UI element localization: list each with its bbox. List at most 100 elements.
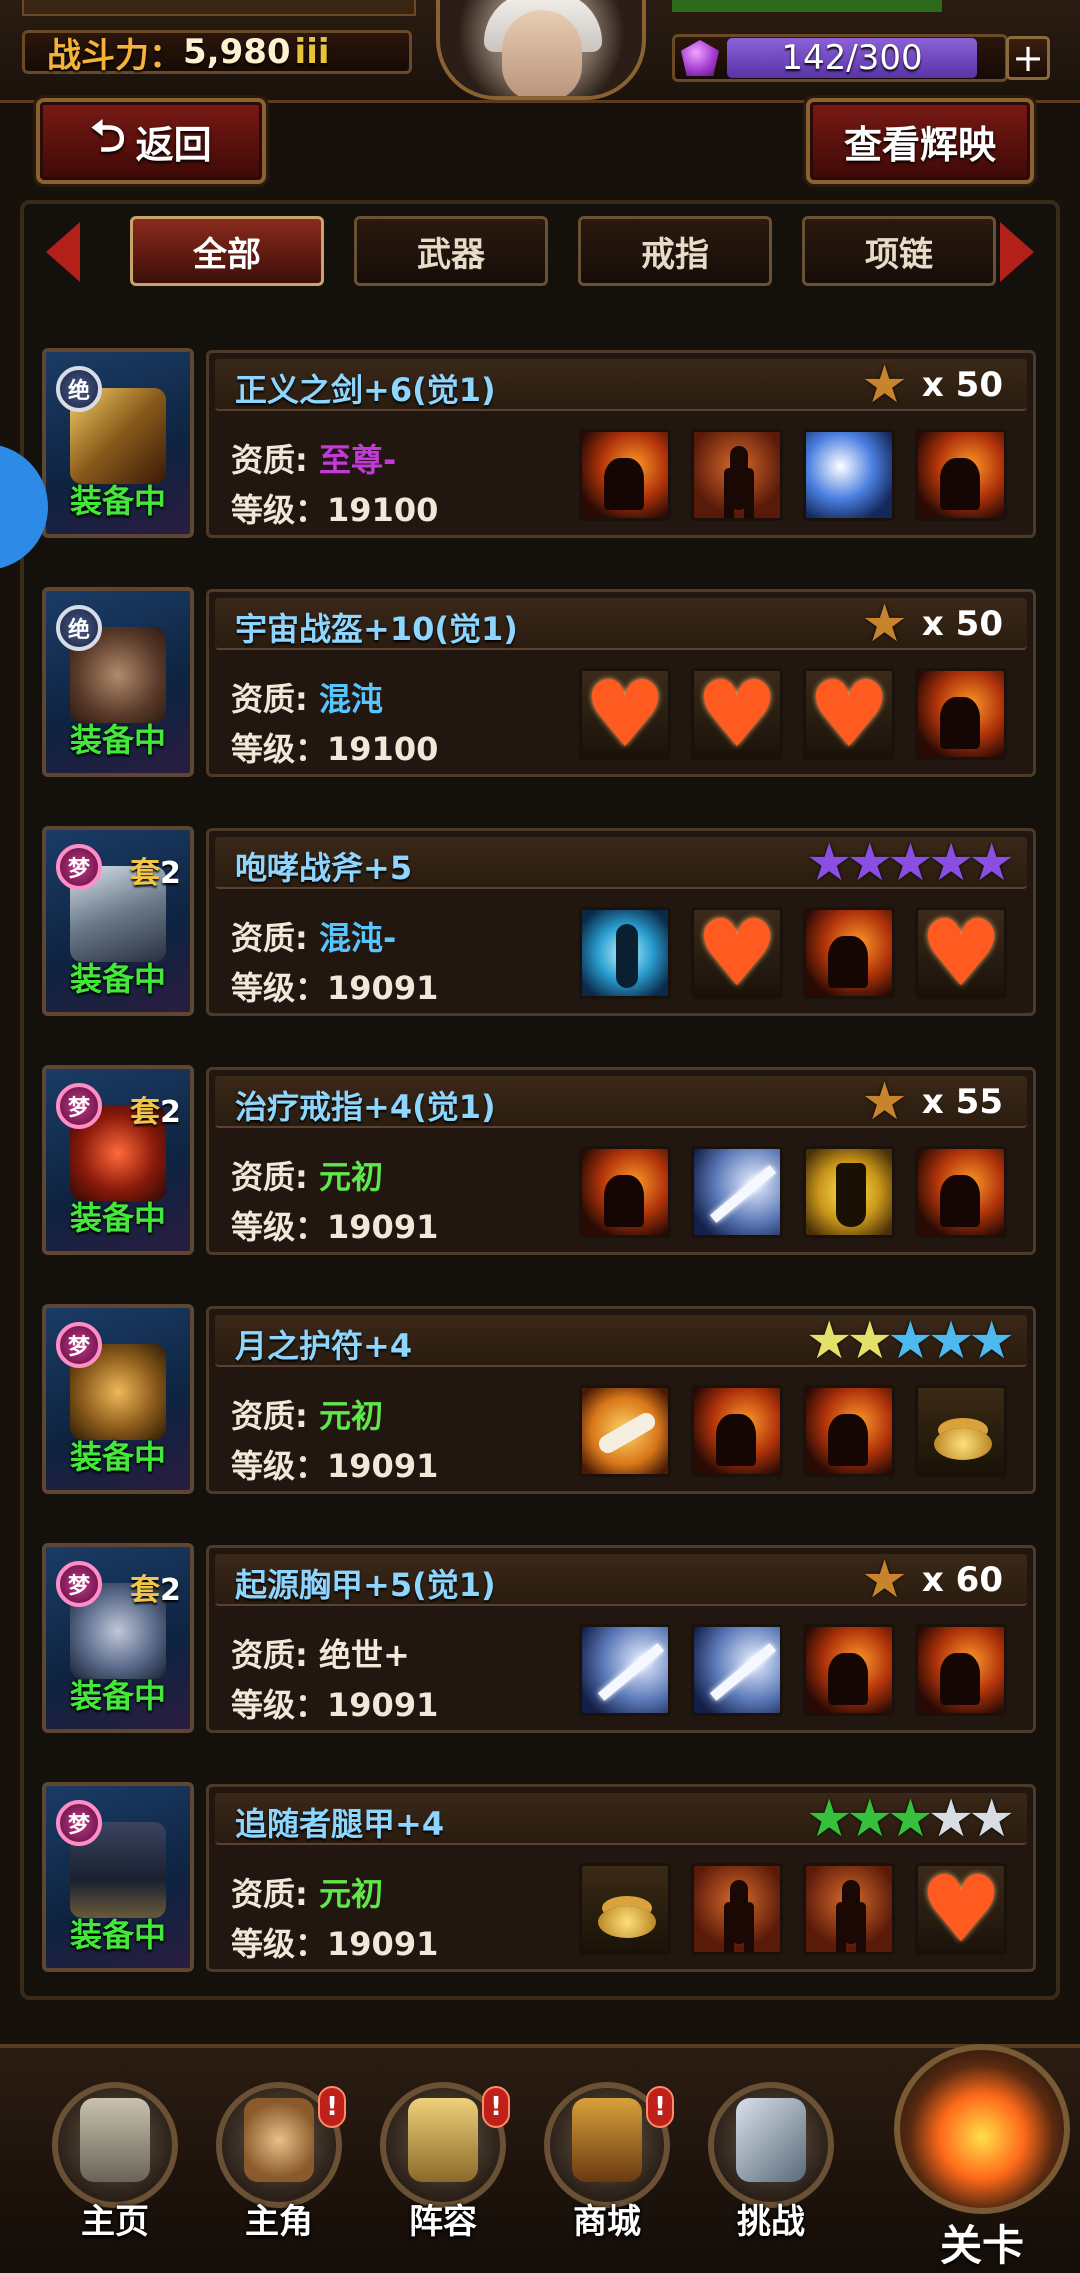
- blade-gem-icon[interactable]: [691, 1624, 783, 1716]
- nav-shop[interactable]: ! 商城: [532, 2066, 682, 2246]
- back-button[interactable]: ⮌ 返回: [36, 98, 266, 184]
- nav-hero[interactable]: ! 主角: [204, 2066, 354, 2246]
- equipment-card[interactable]: 宇宙战盔+10(觉1) ★ x 50 资质: 混沌 等级：19100: [206, 589, 1036, 777]
- equipped-label: 装备中: [69, 1677, 166, 1715]
- equipment-row[interactable]: 绝装备中 宇宙战盔+10(觉1) ★ x 50 资质: 混沌 等级：19100: [40, 585, 1040, 781]
- equipment-name-bar: 起源胸甲+5(觉1) ★ x 60: [215, 1554, 1027, 1606]
- nav-lineup[interactable]: ! 阵容: [368, 2066, 518, 2246]
- shield-gem-icon[interactable]: [803, 1146, 895, 1238]
- quality-value: 绝世+: [318, 1636, 410, 1674]
- quality-value: 元初: [318, 1397, 383, 1435]
- equipment-name: 追随者腿甲+4: [235, 1805, 445, 1843]
- equipped-label: 装备中: [69, 1199, 166, 1237]
- quality-value: 元初: [318, 1875, 383, 1913]
- rarity-badge: 梦: [56, 1083, 102, 1129]
- equipment-card[interactable]: 治疗戒指+4(觉1) ★ x 55 资质: 元初 等级：19091: [206, 1067, 1036, 1255]
- figure-gem-icon[interactable]: [691, 1863, 783, 1955]
- equipment-card[interactable]: 月之护符+4 ★ ★ ★ ★ ★ 资质: 元初 等级：19091: [206, 1306, 1036, 1494]
- heart-gem-icon[interactable]: [691, 668, 783, 760]
- equipment-card[interactable]: 追随者腿甲+4 ★ ★ ★ ★ ★ 资质: 元初 等级：19091: [206, 1784, 1036, 1972]
- quality-label: 资质:: [231, 1397, 319, 1435]
- set-label: 套: [130, 856, 160, 891]
- equipped-label: 装备中: [69, 960, 166, 998]
- fire-gem-icon[interactable]: [579, 1146, 671, 1238]
- fire-gem-icon[interactable]: [915, 1624, 1007, 1716]
- figure-gem-icon[interactable]: [803, 1863, 895, 1955]
- coins-gem-icon[interactable]: [915, 1385, 1007, 1477]
- quality-label: 资质:: [231, 1636, 319, 1674]
- nav-home[interactable]: 主页: [40, 2066, 190, 2246]
- shine-gem-icon[interactable]: [803, 429, 895, 521]
- heart-gem-icon[interactable]: [691, 907, 783, 999]
- combat-power-value: 5,980: [183, 32, 291, 72]
- rarity-badge: 梦: [56, 1322, 102, 1368]
- equipment-thumbnail[interactable]: 梦装备中: [42, 1782, 194, 1972]
- figure-gem-icon[interactable]: [691, 429, 783, 521]
- gem-slots: [579, 1624, 1007, 1716]
- view-glory-button[interactable]: 查看辉映: [806, 98, 1034, 184]
- equipment-row[interactable]: 梦套2 装备中 咆哮战斧+5 ★ ★ ★ ★ ★ 资质: 混沌- 等级：19091: [40, 824, 1040, 1020]
- equipment-thumbnail[interactable]: 梦 套2 装备中: [42, 1543, 194, 1733]
- fire-gem-icon[interactable]: [803, 1624, 895, 1716]
- level-value: 19091: [327, 1925, 439, 1963]
- silver-star-icon: ★: [968, 1789, 1015, 1849]
- quality-label: 资质:: [231, 919, 319, 957]
- aura-gem-icon[interactable]: [579, 907, 671, 999]
- nav-lineup-label: 阵容: [409, 2202, 477, 2242]
- alert-badge: !: [646, 2086, 674, 2128]
- scroll-gem-icon[interactable]: [579, 1385, 671, 1477]
- fire-gem-icon[interactable]: [579, 429, 671, 521]
- fire-gem-icon[interactable]: [915, 1146, 1007, 1238]
- stage-flame-icon: [894, 2044, 1070, 2214]
- fire-gem-icon[interactable]: [915, 668, 1007, 760]
- fire-gem-icon[interactable]: [803, 907, 895, 999]
- equipment-thumbnail[interactable]: 绝装备中: [42, 348, 194, 538]
- equipment-card[interactable]: 起源胸甲+5(觉1) ★ x 60 资质: 绝世+ 等级：19091: [206, 1545, 1036, 1733]
- equipment-row[interactable]: 梦套2 装备中 起源胸甲+5(觉1) ★ x 60 资质: 绝世+ 等级：19091: [40, 1541, 1040, 1737]
- gem-slots: [579, 668, 1007, 760]
- equipment-name: 正义之剑+6(觉1): [235, 371, 496, 409]
- tab-necklace[interactable]: 项链: [802, 216, 996, 286]
- equipment-thumbnail[interactable]: 梦装备中: [42, 1304, 194, 1494]
- level-label: 等级：: [231, 491, 328, 529]
- equipment-card[interactable]: 咆哮战斧+5 ★ ★ ★ ★ ★ 资质: 混沌- 等级：19091: [206, 828, 1036, 1016]
- coins-gem-icon[interactable]: [579, 1863, 671, 1955]
- tab-all[interactable]: 全部: [130, 216, 324, 286]
- gem-slots: [579, 1863, 1007, 1955]
- level-label: 等级：: [231, 730, 328, 768]
- heart-gem-icon[interactable]: [915, 907, 1007, 999]
- rarity-badge-text: 梦: [67, 1813, 90, 1838]
- fire-gem-icon[interactable]: [803, 1385, 895, 1477]
- set-badge: 套2: [130, 848, 181, 892]
- fire-gem-icon[interactable]: [915, 429, 1007, 521]
- equipment-card[interactable]: 正义之剑+6(觉1) ★ x 50 资质: 至尊- 等级：19100: [206, 350, 1036, 538]
- crossed-swords-icon: [736, 2098, 806, 2182]
- heart-gem-icon[interactable]: [579, 668, 671, 760]
- blade-gem-icon[interactable]: [691, 1146, 783, 1238]
- bronze-star-icon: ★: [861, 1550, 908, 1610]
- tabs-next-arrow[interactable]: [994, 210, 1040, 294]
- equipment-row[interactable]: 梦装备中 月之护符+4 ★ ★ ★ ★ ★ 资质: 元初 等级：19091: [40, 1302, 1040, 1498]
- blade-gem-icon[interactable]: [579, 1624, 671, 1716]
- equipment-name-bar: 追随者腿甲+4 ★ ★ ★ ★ ★: [215, 1793, 1027, 1845]
- nav-stage[interactable]: 关卡: [884, 2036, 1080, 2270]
- tabs-prev-arrow[interactable]: [40, 210, 86, 294]
- level-label: 等级：: [231, 1686, 328, 1724]
- equipment-thumbnail[interactable]: 梦 套2 装备中: [42, 826, 194, 1016]
- set-count: 2: [160, 1095, 181, 1130]
- nav-challenge[interactable]: 挑战: [696, 2066, 846, 2246]
- equipment-row[interactable]: 梦装备中 追随者腿甲+4 ★ ★ ★ ★ ★ 资质: 元初 等级：19091: [40, 1780, 1040, 1976]
- add-gem-button[interactable]: +: [1006, 36, 1050, 80]
- player-avatar[interactable]: [436, 0, 646, 100]
- equipment-thumbnail[interactable]: 绝装备中: [42, 587, 194, 777]
- heart-gem-icon[interactable]: [915, 1863, 1007, 1955]
- tab-weapon[interactable]: 武器: [354, 216, 548, 286]
- equipment-name: 咆哮战斧+5: [235, 849, 413, 887]
- equipment-thumbnail[interactable]: 梦 套2 装备中: [42, 1065, 194, 1255]
- gem-counter: 142/300: [672, 34, 1008, 82]
- heart-gem-icon[interactable]: [803, 668, 895, 760]
- fire-gem-icon[interactable]: [691, 1385, 783, 1477]
- equipment-row[interactable]: 绝装备中 正义之剑+6(觉1) ★ x 50 资质: 至尊- 等级：19100: [40, 346, 1040, 542]
- equipment-row[interactable]: 梦套2 装备中 治疗戒指+4(觉1) ★ x 55 资质: 元初 等级：19091: [40, 1063, 1040, 1259]
- tab-ring[interactable]: 戒指: [578, 216, 772, 286]
